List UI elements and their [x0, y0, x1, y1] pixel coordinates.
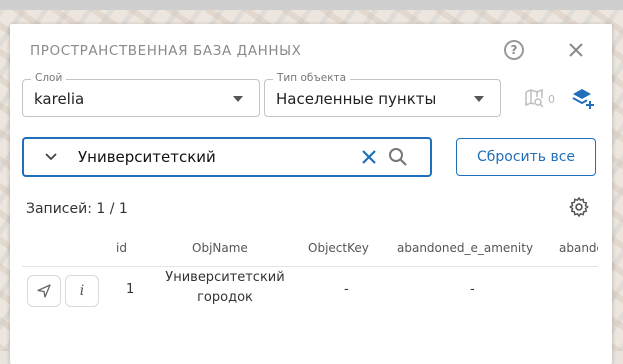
close-icon[interactable] — [567, 41, 585, 59]
table-row[interactable]: i 1 Университетский городок - - — [22, 266, 598, 328]
search-icon[interactable] — [388, 147, 408, 167]
clear-icon[interactable] — [361, 149, 377, 165]
object-type-select[interactable]: Тип объекта Населенные пункты — [264, 72, 501, 117]
column-header-objname[interactable]: ObjName — [192, 241, 248, 255]
table-header: id ObjName ObjectKey abandoned_e_amenity… — [22, 232, 598, 267]
search-input[interactable] — [78, 145, 348, 169]
panel-title: ПРОСТРАНСТВЕННАЯ БАЗА ДАННЫХ — [30, 43, 302, 59]
cell-objname-line1: Университетский — [165, 270, 285, 285]
info-icon: i — [79, 283, 85, 299]
column-header-id[interactable]: id — [116, 241, 127, 255]
spatial-database-panel: ПРОСТРАНСТВЕННАЯ БАЗА ДАННЫХ ? Слой kare… — [10, 24, 612, 364]
search-box — [22, 137, 432, 177]
column-header-objectkey[interactable]: ObjectKey — [308, 241, 369, 255]
help-icon[interactable]: ? — [504, 40, 524, 60]
gear-icon[interactable] — [568, 196, 590, 218]
map-search-icon[interactable] — [524, 88, 544, 108]
map-count: 0 — [548, 93, 555, 106]
layers-add-icon[interactable] — [571, 87, 595, 111]
layer-select-value: karelia — [34, 90, 85, 108]
info-button[interactable]: i — [65, 275, 99, 307]
cell-objname: Университетский городок — [160, 268, 290, 308]
column-header-abandoned-amenity[interactable]: abandoned_e_amenity — [397, 241, 533, 255]
object-type-select-label: Тип объекта — [273, 72, 351, 84]
caret-down-icon — [233, 96, 243, 102]
records-count: Записей: 1 / 1 — [26, 201, 128, 217]
caret-down-icon — [474, 96, 484, 102]
results-table: id ObjName ObjectKey abandoned_e_amenity… — [22, 232, 598, 342]
cell-id: 1 — [126, 282, 135, 297]
reset-all-button[interactable]: Сбросить все — [456, 138, 596, 176]
column-header-abando[interactable]: abando — [559, 241, 598, 255]
object-type-select-value: Населенные пункты — [276, 90, 437, 108]
cell-objectkey: - — [344, 282, 349, 297]
layer-select[interactable]: Слой karelia — [22, 72, 260, 117]
layer-select-label: Слой — [31, 72, 67, 84]
navigate-icon — [37, 284, 51, 298]
cell-abandoned-amenity: - — [470, 282, 475, 297]
map-top-bar — [0, 0, 623, 10]
navigate-button[interactable] — [27, 275, 61, 307]
chevron-down-icon[interactable] — [44, 152, 58, 162]
cell-objname-line2: городок — [197, 290, 253, 305]
